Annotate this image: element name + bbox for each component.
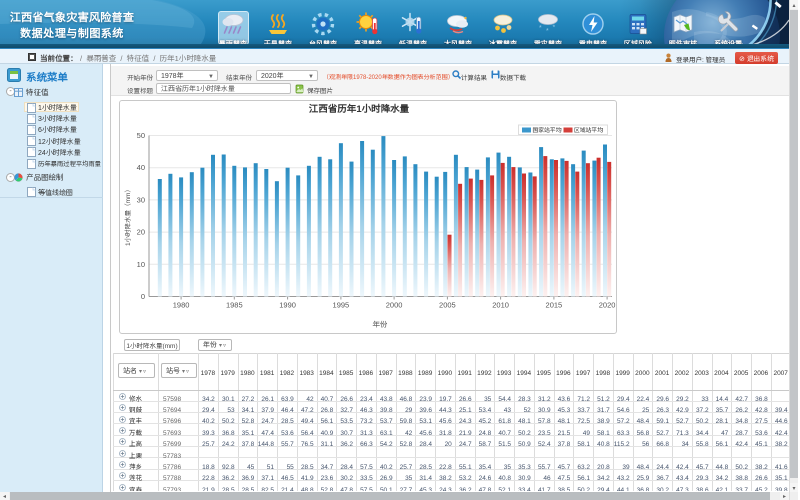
svg-text:*: * [539,23,542,33]
svg-text:区域站平均: 区域站平均 [574,125,603,134]
svg-text:10: 10 [137,259,145,270]
svg-text:30: 30 [137,194,145,205]
svg-text:2020: 2020 [599,300,616,311]
svg-text:2000: 2000 [386,300,403,311]
svg-text:1小时降水量（mm）: 1小时降水量（mm） [122,186,132,246]
svg-text:*: * [553,23,556,33]
svg-text:1990: 1990 [279,300,296,311]
svg-text:2005: 2005 [439,300,456,311]
svg-text:*: * [546,26,549,36]
svg-text:20: 20 [137,227,145,238]
svg-text:0: 0 [141,291,145,302]
svg-text:国家站平均: 国家站平均 [533,125,562,134]
svg-text:2010: 2010 [492,300,509,311]
svg-text:40: 40 [137,162,145,173]
svg-text:2015: 2015 [546,300,563,311]
svg-text:年份: 年份 [373,319,388,330]
svg-text:50: 50 [137,130,145,141]
svg-text:1995: 1995 [333,300,350,311]
svg-text:江西省历年1小时降水量: 江西省历年1小时降水量 [309,101,410,115]
svg-text:1985: 1985 [226,300,243,311]
svg-text:1980: 1980 [173,300,190,311]
